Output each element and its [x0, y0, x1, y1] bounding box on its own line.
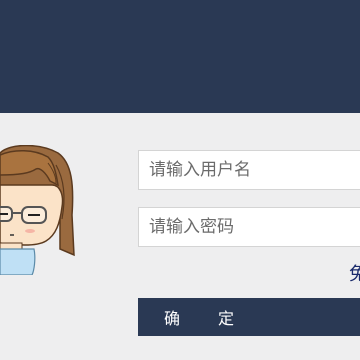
login-page: 免 确定 — [0, 0, 360, 360]
cartoon-girl-avatar-icon — [0, 144, 75, 276]
partial-link[interactable]: 免 — [349, 260, 360, 286]
password-input[interactable] — [138, 207, 360, 247]
avatar — [0, 144, 78, 276]
username-input[interactable] — [138, 150, 360, 190]
confirm-button[interactable]: 确定 — [138, 298, 360, 336]
top-header-bar — [0, 0, 360, 113]
